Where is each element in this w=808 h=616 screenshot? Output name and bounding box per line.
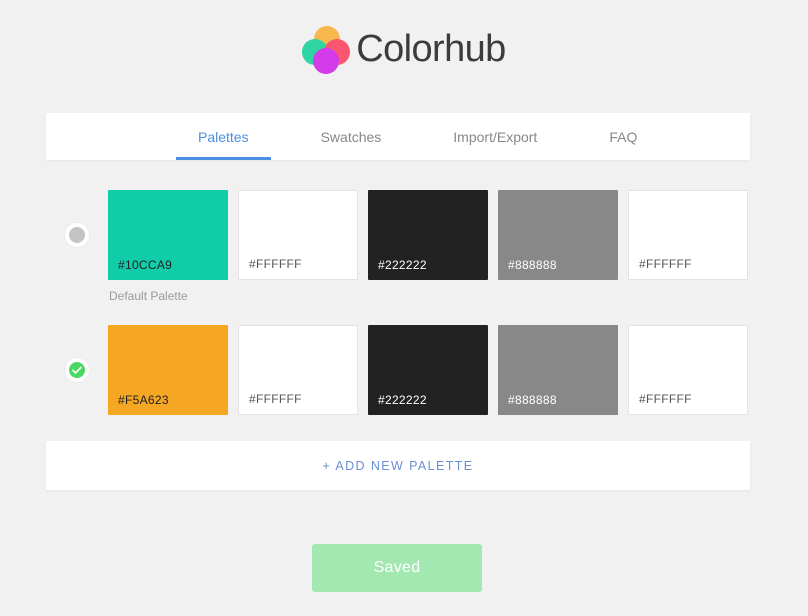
radio-selected-check-icon[interactable] <box>65 358 89 382</box>
color-swatch[interactable]: #222222 <box>368 325 488 415</box>
color-swatch[interactable]: #FFFFFF <box>238 190 358 280</box>
palette-select-control[interactable] <box>46 190 108 280</box>
swatch-hex-label: #FFFFFF <box>639 257 692 271</box>
tab-faq[interactable]: FAQ <box>587 113 659 160</box>
color-swatch[interactable]: #888888 <box>498 190 618 280</box>
palette-swatches-area: #10CCA9 #FFFFFF #222222 #888888 #FFFFFF Defau… <box>108 190 808 303</box>
palette-row: #F5A623 #FFFFFF #222222 #888888 #FFFFFF <box>0 325 808 460</box>
swatch-strip: #10CCA9 #FFFFFF #222222 #888888 #FFFFFF <box>108 190 808 280</box>
save-button[interactable]: Saved <box>312 544 482 592</box>
swatch-hex-label: #888888 <box>508 258 557 272</box>
swatch-hex-label: #10CCA9 <box>118 258 172 272</box>
colorhub-blobs-logo-icon <box>302 26 350 74</box>
color-swatch[interactable]: #F5A623 <box>108 325 228 415</box>
palette-name-label: Default Palette <box>109 289 808 303</box>
color-swatch[interactable]: #FFFFFF <box>628 325 748 415</box>
tab-import-export[interactable]: Import/Export <box>431 113 559 160</box>
palette-swatches-area: #F5A623 #FFFFFF #222222 #888888 #FFFFFF <box>108 325 808 415</box>
page-header: Colorhub <box>0 0 808 100</box>
color-swatch[interactable]: #10CCA9 <box>108 190 228 280</box>
swatch-hex-label: #222222 <box>378 393 427 407</box>
color-swatch[interactable]: #222222 <box>368 190 488 280</box>
palette-select-control[interactable] <box>46 325 108 415</box>
logo-blob-bottom-icon <box>313 48 339 74</box>
add-new-palette-button[interactable]: + ADD NEW PALETTE <box>46 441 750 490</box>
swatch-strip: #F5A623 #FFFFFF #222222 #888888 #FFFFFF <box>108 325 808 415</box>
swatch-hex-label: #888888 <box>508 393 557 407</box>
swatch-hex-label: #F5A623 <box>118 393 169 407</box>
color-swatch[interactable]: #FFFFFF <box>628 190 748 280</box>
tab-swatches[interactable]: Swatches <box>299 113 404 160</box>
brand-name: Colorhub <box>356 30 505 71</box>
swatch-hex-label: #FFFFFF <box>249 257 302 271</box>
add-new-palette-label: + ADD NEW PALETTE <box>322 459 473 473</box>
palette-list: #10CCA9 #FFFFFF #222222 #888888 #FFFFFF Defau… <box>0 190 808 460</box>
palette-row: #10CCA9 #FFFFFF #222222 #888888 #FFFFFF Defau… <box>0 190 808 325</box>
tab-palettes[interactable]: Palettes <box>176 113 271 160</box>
swatch-hex-label: #FFFFFF <box>249 392 302 406</box>
color-swatch[interactable]: #888888 <box>498 325 618 415</box>
app-logo: Colorhub <box>302 26 505 74</box>
tab-bar: Palettes Swatches Import/Export FAQ <box>46 113 750 160</box>
radio-unselected-icon[interactable] <box>65 223 89 247</box>
swatch-hex-label: #FFFFFF <box>639 392 692 406</box>
color-swatch[interactable]: #FFFFFF <box>238 325 358 415</box>
swatch-hex-label: #222222 <box>378 258 427 272</box>
